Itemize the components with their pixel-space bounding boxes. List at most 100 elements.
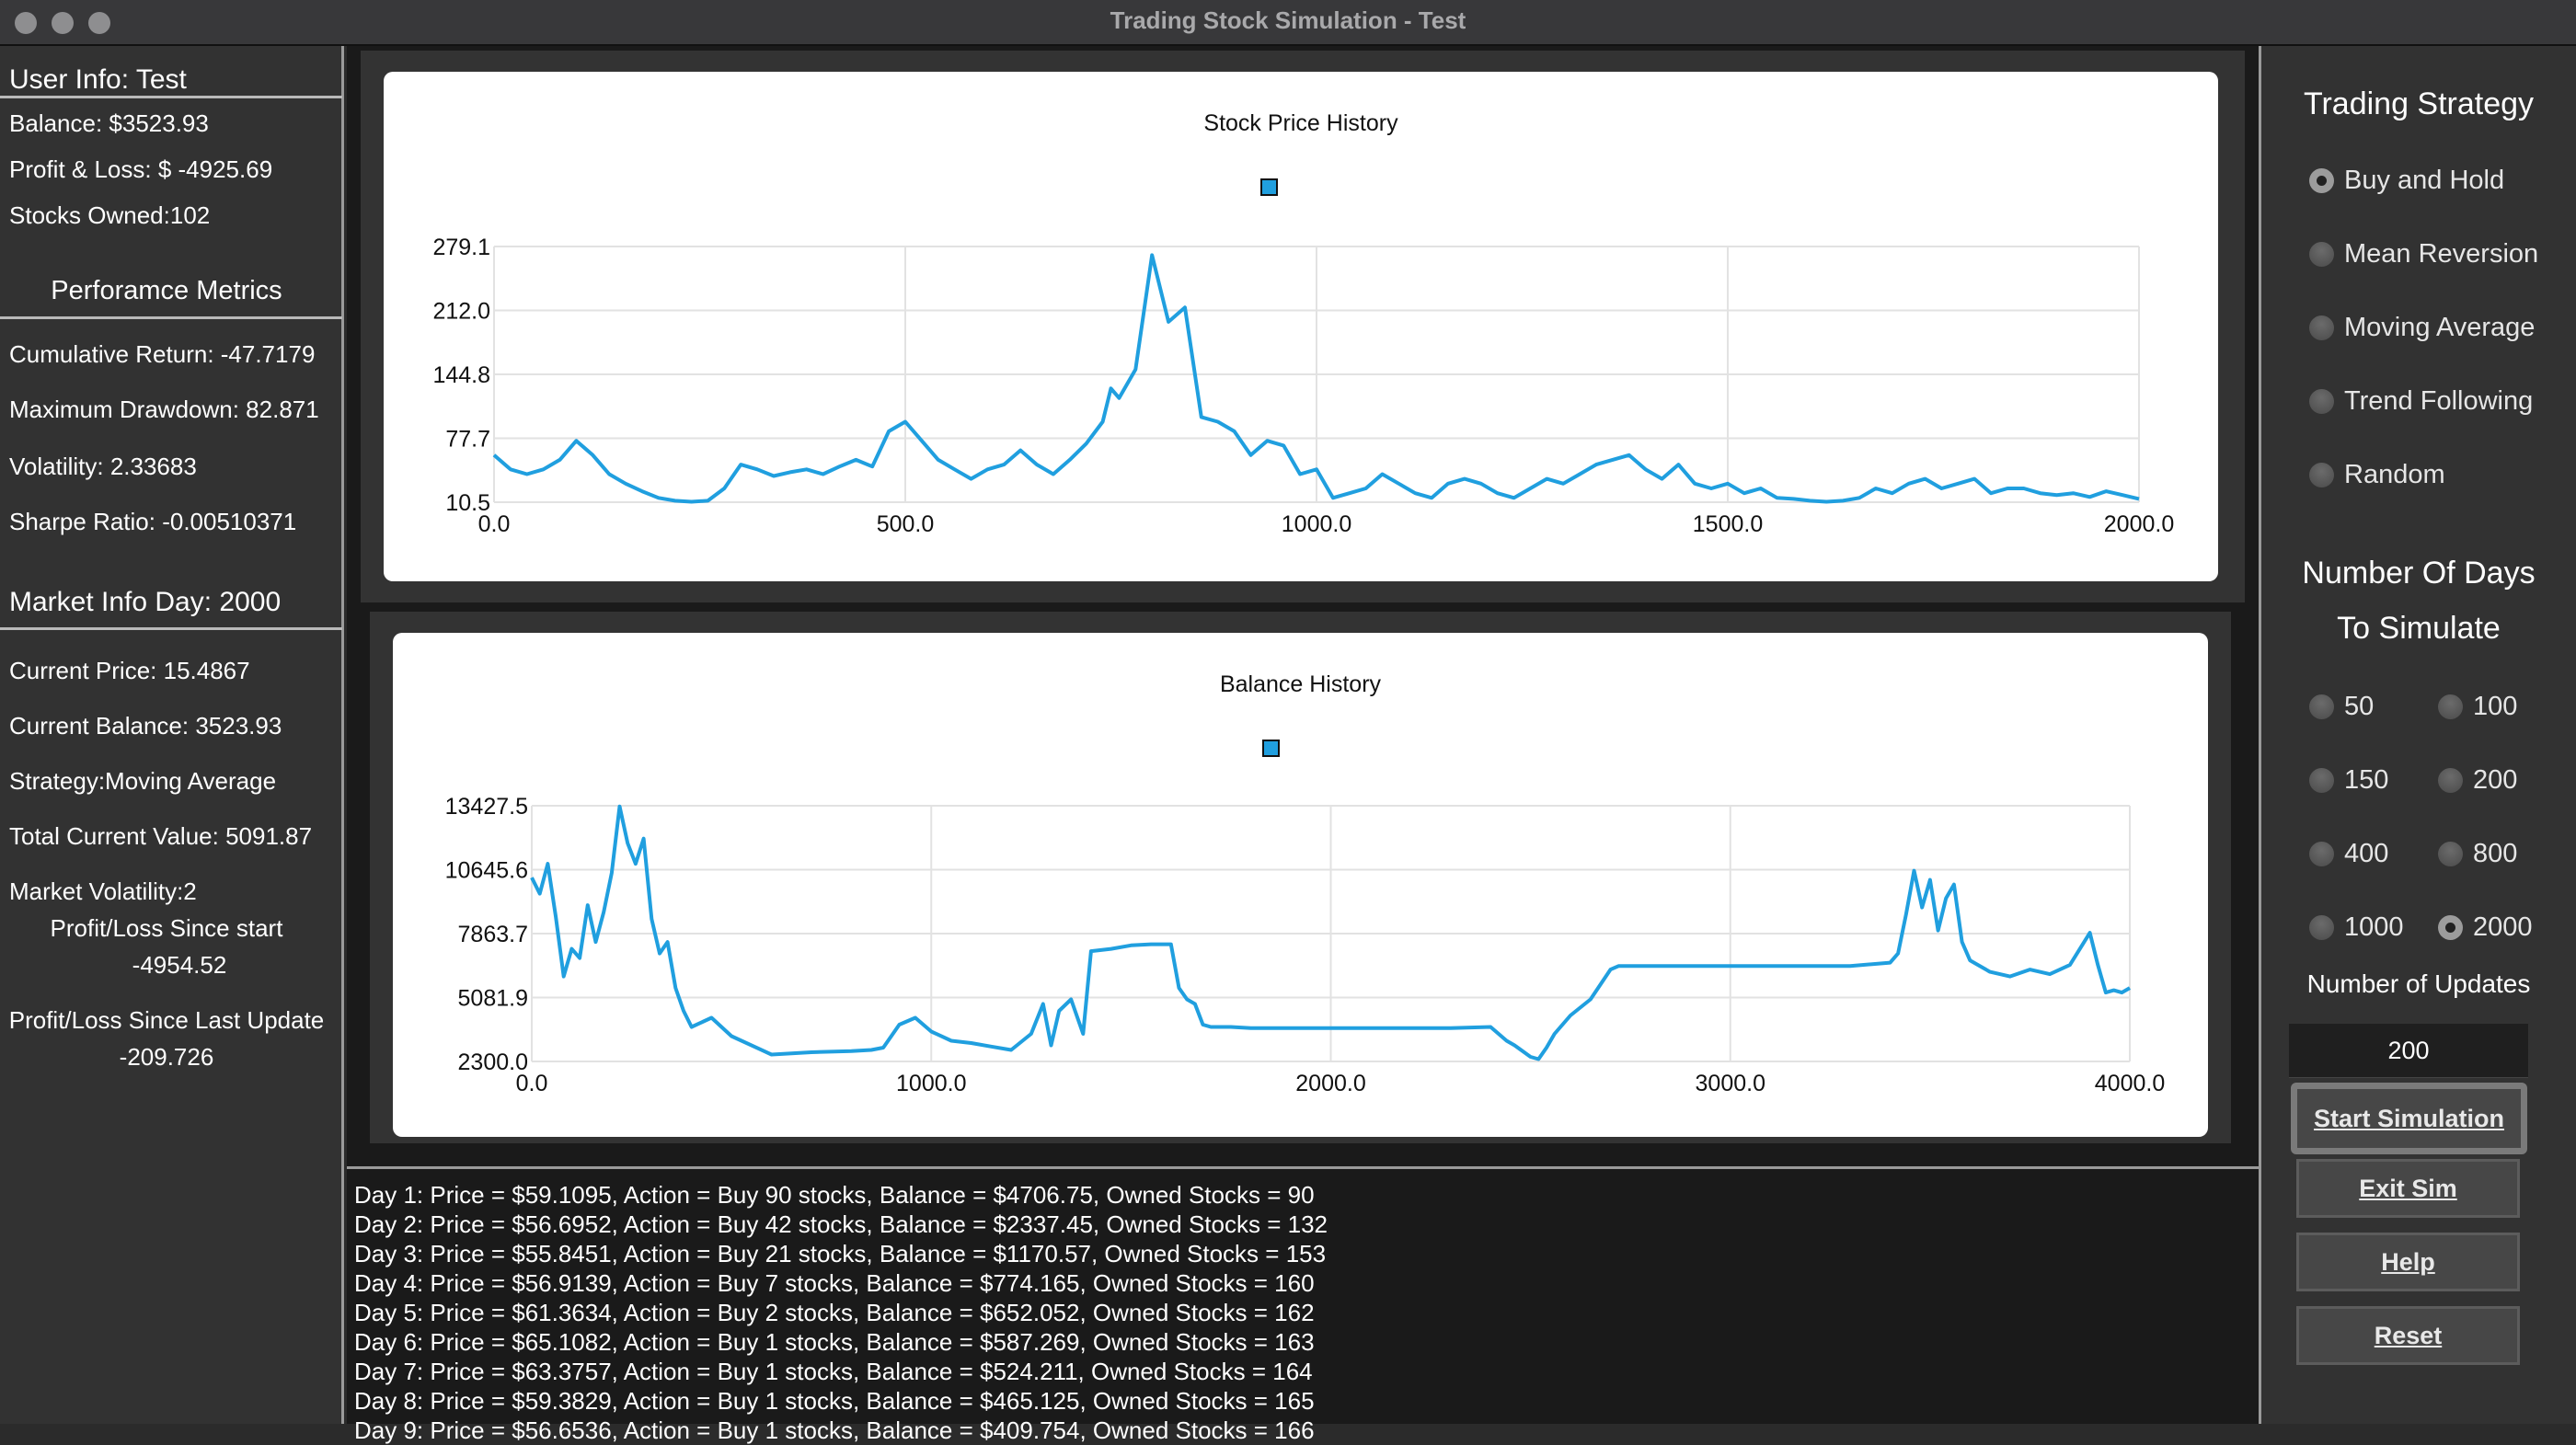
- radio-checked-icon[interactable]: [2438, 915, 2463, 940]
- y-tick-label: 279.1: [432, 235, 490, 260]
- days-option-1000[interactable]: 1000: [2309, 912, 2404, 943]
- y-tick-label: 2300.0: [458, 1049, 528, 1075]
- total-value-label: Total Current Value: 5091.87: [9, 822, 313, 850]
- x-tick-label: 1000.0: [896, 1071, 966, 1096]
- radio-unchecked-icon[interactable]: [2309, 915, 2334, 940]
- current-price-label: Current Price: 15.4867: [9, 657, 250, 684]
- log-line: Day 5: Price = $61.3634, Action = Buy 2 …: [354, 1299, 1315, 1326]
- radio-unchecked-icon[interactable]: [2438, 842, 2463, 866]
- radio-label: 100: [2473, 692, 2518, 721]
- reset-button[interactable]: Reset: [2296, 1306, 2520, 1365]
- radio-unchecked-icon[interactable]: [2309, 389, 2334, 414]
- profit-loss-label: Profit & Loss: $ -4925.69: [9, 155, 273, 183]
- updates-input[interactable]: [2289, 1024, 2528, 1078]
- strategy-option-buy-and-hold[interactable]: Buy and Hold: [2309, 166, 2504, 196]
- radio-unchecked-icon[interactable]: [2438, 768, 2463, 793]
- radio-label: Buy and Hold: [2344, 166, 2505, 195]
- simulation-log[interactable]: Day 1: Price = $59.1095, Action = Buy 90…: [347, 1166, 2259, 1444]
- pl-since-update-value: -209.726: [119, 1043, 214, 1071]
- pl-since-update-label: Profit/Loss Since Last Update: [8, 1006, 325, 1034]
- radio-unchecked-icon[interactable]: [2309, 463, 2334, 487]
- pl-since-start-label: Profit/Loss Since start: [50, 914, 283, 942]
- log-line: Day 1: Price = $59.1095, Action = Buy 90…: [354, 1181, 1315, 1209]
- x-tick-label: 3000.0: [1696, 1071, 1765, 1096]
- y-tick-label: 77.7: [445, 427, 490, 453]
- radio-label: 150: [2344, 765, 2389, 795]
- x-tick-label: 1000.0: [1282, 511, 1351, 537]
- radio-label: 200: [2473, 765, 2518, 795]
- divider: [0, 627, 342, 630]
- days-option-400[interactable]: 400: [2309, 839, 2388, 869]
- log-line: Day 8: Price = $59.3829, Action = Buy 1 …: [354, 1387, 1315, 1415]
- radio-unchecked-icon[interactable]: [2309, 842, 2334, 866]
- y-tick-label: 10645.6: [445, 858, 528, 884]
- radio-label: Mean Reversion: [2344, 239, 2539, 269]
- max-drawdown-label: Maximum Drawdown: 82.871: [9, 396, 319, 423]
- help-button[interactable]: Help: [2296, 1233, 2520, 1291]
- exit-sim-button[interactable]: Exit Sim: [2296, 1159, 2520, 1218]
- days-option-200[interactable]: 200: [2438, 765, 2517, 796]
- log-line: Day 4: Price = $56.9139, Action = Buy 7 …: [354, 1269, 1315, 1297]
- radio-unchecked-icon[interactable]: [2309, 315, 2334, 340]
- y-tick-label: 144.8: [432, 362, 490, 388]
- days-option-50[interactable]: 50: [2309, 692, 2374, 722]
- y-tick-label: 7863.7: [458, 922, 528, 947]
- log-line: Day 9: Price = $56.6536, Action = Buy 1 …: [354, 1416, 1315, 1444]
- divider: [0, 96, 342, 98]
- market-volatility-label: Market Volatility:2: [9, 877, 197, 905]
- y-tick-label: 5081.9: [458, 986, 528, 1012]
- days-option-2000[interactable]: 2000: [2438, 912, 2533, 943]
- strategy-option-mean-reversion[interactable]: Mean Reversion: [2309, 239, 2538, 270]
- strategy-heading: Trading Strategy: [2303, 86, 2535, 121]
- stock-price-chart-panel: Stock Price History 0.0 500.0 1000.0 1500.0…: [361, 51, 2245, 602]
- stock-price-chart: Stock Price History 0.0 500.0 1000.0 1500.0…: [384, 72, 2218, 581]
- log-line: Day 2: Price = $56.6952, Action = Buy 42…: [354, 1210, 1328, 1238]
- balance-chart: Balance History 0.0 1000.0 2000.0 3000.0 400…: [393, 633, 2208, 1137]
- radio-label: 2000: [2473, 912, 2533, 942]
- current-balance-label: Current Balance: 3523.93: [9, 712, 282, 740]
- radio-unchecked-icon[interactable]: [2438, 694, 2463, 719]
- log-line: Day 3: Price = $55.8451, Action = Buy 21…: [354, 1240, 1327, 1267]
- radio-label: 400: [2344, 839, 2389, 868]
- days-option-100[interactable]: 100: [2438, 692, 2517, 722]
- cumulative-return-label: Cumulative Return: -47.7179: [9, 340, 316, 368]
- radio-checked-icon[interactable]: [2309, 168, 2334, 193]
- x-tick-label: 500.0: [877, 511, 935, 537]
- stock-price-plot: 0.0 500.0 1000.0 1500.0 2000.010.577.7144.82…: [432, 235, 2174, 537]
- sharpe-ratio-label: Sharpe Ratio: -0.00510371: [9, 508, 297, 535]
- days-option-150[interactable]: 150: [2309, 765, 2388, 796]
- y-tick-label: 13427.5: [445, 794, 528, 820]
- y-tick-label: 212.0: [432, 299, 490, 325]
- title-bar: Trading Stock Simulation - Test: [0, 0, 2576, 46]
- log-line: Day 7: Price = $63.3757, Action = Buy 1 …: [354, 1358, 1313, 1385]
- chart-area: Stock Price History 0.0 500.0 1000.0 1500.0…: [347, 46, 2259, 1444]
- radio-label: 50: [2344, 692, 2375, 721]
- days-option-800[interactable]: 800: [2438, 839, 2517, 869]
- radio-label: Moving Average: [2344, 313, 2536, 342]
- x-tick-label: 2000.0: [1295, 1071, 1365, 1096]
- strategy-label: Strategy:Moving Average: [9, 767, 277, 795]
- market-info-heading: Market Info Day: 2000: [9, 587, 282, 617]
- strategy-option-moving-average[interactable]: Moving Average: [2309, 313, 2535, 343]
- radio-unchecked-icon[interactable]: [2309, 242, 2334, 267]
- x-tick-label: 1500.0: [1693, 511, 1763, 537]
- strategy-option-random[interactable]: Random: [2309, 460, 2445, 490]
- stocks-owned-label: Stocks Owned:102: [9, 201, 211, 229]
- balance-plot: 0.0 1000.0 2000.0 3000.0 4000.02300.05081.97…: [445, 794, 2166, 1096]
- y-tick-label: 10.5: [445, 490, 490, 516]
- strategy-option-trend-following[interactable]: Trend Following: [2309, 386, 2533, 417]
- performance-heading: Perforamce Metrics: [51, 276, 282, 305]
- radio-unchecked-icon[interactable]: [2309, 694, 2334, 719]
- pl-since-start-value: -4954.52: [132, 951, 227, 979]
- window-title: Trading Stock Simulation - Test: [1110, 6, 1466, 34]
- radio-label: Trend Following: [2344, 386, 2534, 416]
- updates-label: Number of Updates: [2306, 969, 2531, 998]
- start-simulation-button[interactable]: Start Simulation: [2291, 1083, 2527, 1154]
- radio-unchecked-icon[interactable]: [2309, 768, 2334, 793]
- radio-label: Random: [2344, 460, 2445, 489]
- radio-label: 800: [2473, 839, 2518, 868]
- x-tick-label: 4000.0: [2095, 1071, 2165, 1096]
- control-panel: Trading Strategy Number Of Days To Simul…: [2259, 46, 2576, 1424]
- user-info-heading: User Info: Test: [9, 64, 187, 95]
- x-tick-label: 2000.0: [2104, 511, 2174, 537]
